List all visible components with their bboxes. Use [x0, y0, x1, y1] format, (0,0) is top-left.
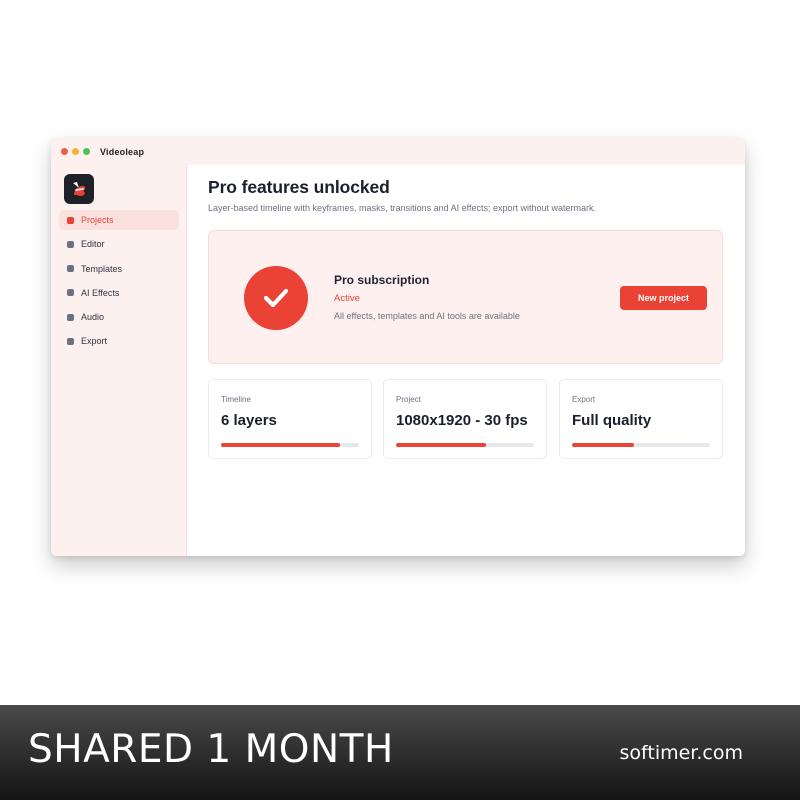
export-icon — [67, 337, 74, 345]
card-label: Timeline — [221, 395, 251, 404]
sidebar-item-label: Export — [81, 336, 108, 347]
sidebar-item-export[interactable]: Export — [59, 331, 179, 351]
promo-banner: SHARED 1 MONTH softimer.com — [0, 705, 800, 800]
sidebar-item-ai-effects[interactable]: AI Effects — [59, 283, 179, 303]
subscription-title: Pro subscription — [334, 273, 430, 287]
maximize-window-button[interactable] — [83, 148, 90, 155]
minimize-window-button[interactable] — [72, 148, 79, 155]
window-controls — [61, 148, 90, 155]
subscription-panel: Pro subscription Active All effects, tem… — [208, 230, 723, 364]
banner-site-text: softimer.com — [619, 742, 744, 764]
folder-icon — [67, 216, 74, 224]
main-content: Pro features unlocked Layer-based timeli… — [188, 165, 745, 556]
title-bar: Videoleap — [51, 138, 745, 165]
sidebar-item-templates[interactable]: Templates — [59, 259, 179, 279]
card-label: Project — [396, 395, 421, 404]
card-value: 6 layers — [221, 412, 277, 429]
videoleap-logo-icon[interactable] — [64, 174, 94, 204]
progress-fill — [221, 443, 340, 447]
project-card: Project 1080x1920 - 30 fps — [383, 379, 547, 459]
timeline-card: Timeline 6 layers — [208, 379, 372, 459]
sidebar: Projects Editor Templates AI Effects Aud… — [51, 165, 187, 556]
sidebar-item-audio[interactable]: Audio — [59, 307, 179, 327]
audio-icon — [67, 313, 74, 321]
sidebar-item-label: Projects — [81, 215, 114, 225]
card-value: Full quality — [572, 412, 652, 429]
banner-plan-text: SHARED 1 MONTH — [28, 727, 394, 772]
sidebar-item-label: AI Effects — [81, 287, 120, 298]
stats-cards: Timeline 6 layers Project 1080x1920 - 30… — [208, 379, 724, 459]
progress-track — [572, 443, 710, 447]
sidebar-nav: Projects Editor Templates AI Effects Aud… — [59, 210, 179, 356]
template-icon — [67, 265, 74, 273]
page-title: Pro features unlocked — [208, 177, 390, 197]
sidebar-item-projects[interactable]: Projects — [59, 210, 179, 230]
sidebar-item-label: Templates — [81, 263, 123, 274]
progress-track — [396, 443, 534, 447]
sidebar-item-label: Editor — [81, 239, 105, 250]
progress-fill — [396, 443, 486, 447]
sidebar-item-label: Audio — [81, 312, 105, 323]
check-circle-icon — [244, 266, 308, 330]
sidebar-item-editor[interactable]: Editor — [59, 234, 179, 254]
close-window-button[interactable] — [61, 148, 68, 155]
app-window: Videoleap Projects Editor Templates AI E… — [51, 138, 745, 556]
progress-track — [221, 443, 359, 447]
card-value: 1080x1920 - 30 fps — [396, 412, 528, 429]
page-subtitle: Layer-based timeline with keyframes, mas… — [208, 203, 596, 213]
progress-fill — [572, 443, 635, 447]
app-title: Videoleap — [100, 146, 145, 157]
export-card: Export Full quality — [559, 379, 723, 459]
sparkle-icon — [67, 289, 74, 297]
new-project-button[interactable]: New project — [620, 286, 707, 310]
card-label: Export — [572, 395, 596, 404]
subscription-description: All effects, templates and AI tools are … — [334, 311, 520, 321]
status-badge: Active — [334, 293, 360, 304]
edit-icon — [67, 240, 74, 248]
